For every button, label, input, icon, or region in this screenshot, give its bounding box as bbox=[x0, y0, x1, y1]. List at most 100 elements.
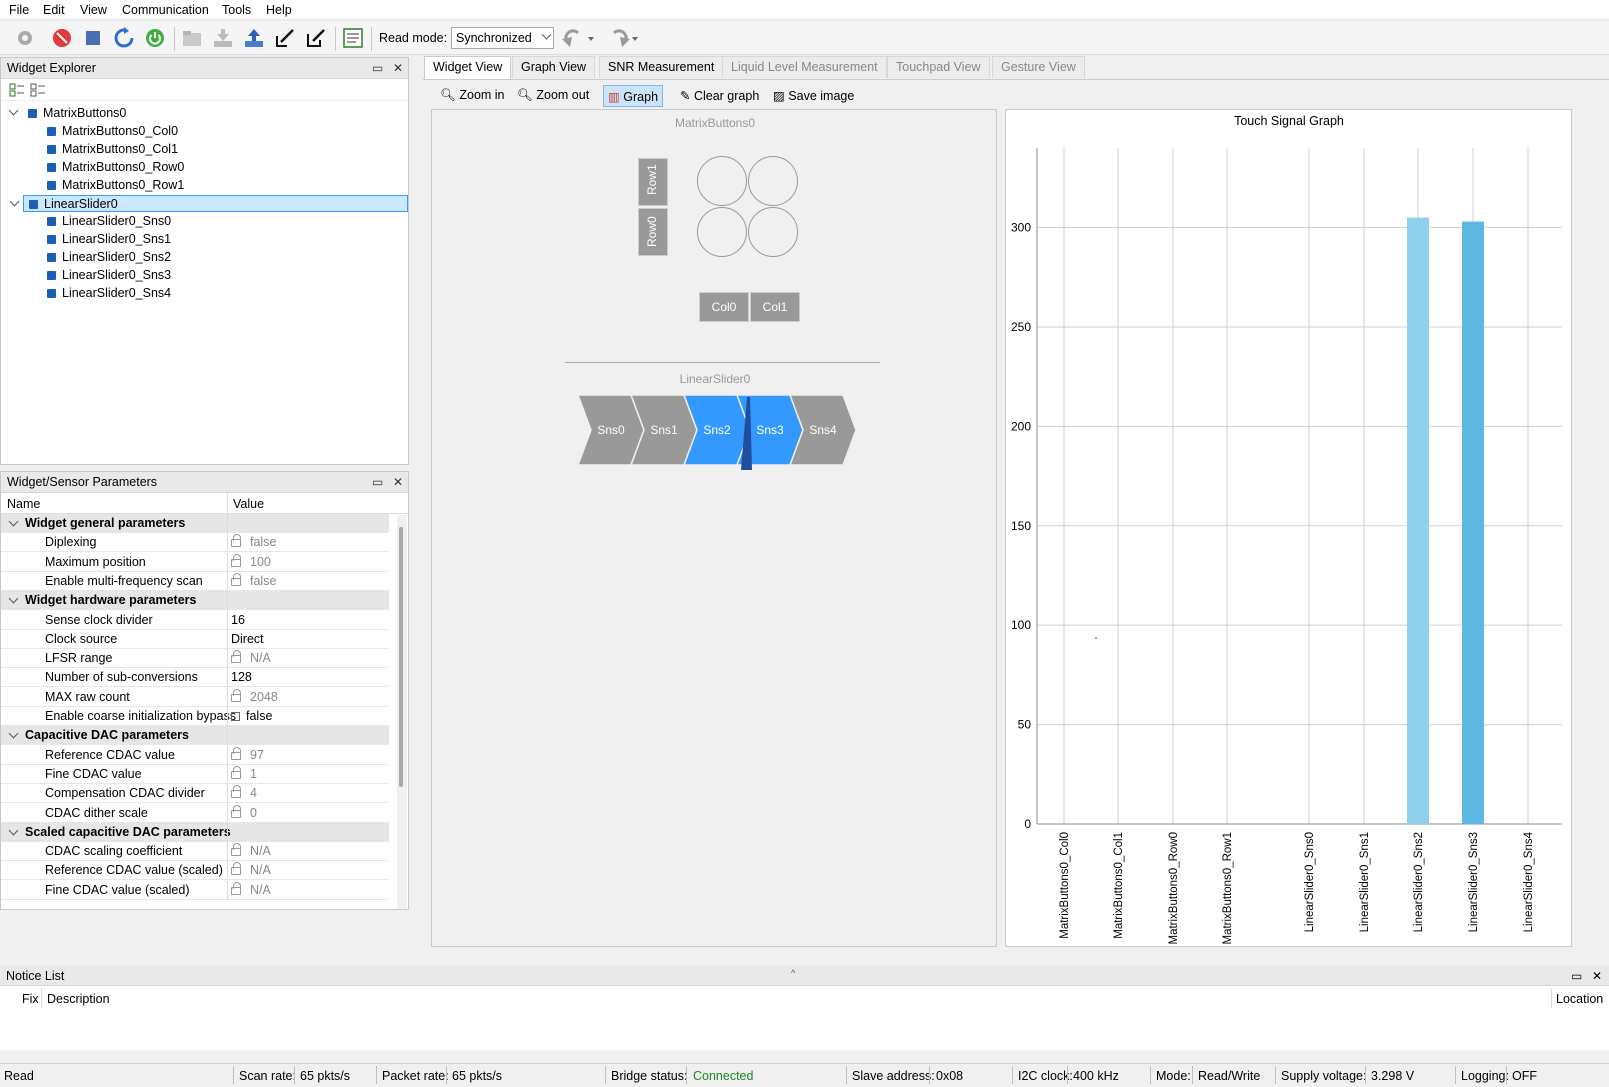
chevron-down-icon[interactable] bbox=[8, 516, 19, 527]
param-row[interactable]: CDAC scaling coefficient N/A bbox=[1, 842, 389, 862]
undo-icon[interactable] bbox=[560, 27, 594, 49]
matrix-row0[interactable]: Row0 bbox=[638, 208, 668, 256]
param-value[interactable]: 128 bbox=[231, 670, 252, 684]
tree-item[interactable]: LinearSlider0_Sns3 bbox=[1, 267, 408, 284]
checkbox-icon[interactable] bbox=[29, 200, 38, 209]
tree-item[interactable]: MatrixButtons0_Col1 bbox=[1, 141, 408, 158]
tree-item[interactable]: LinearSlider0_Sns2 bbox=[1, 249, 408, 266]
chevron-down-icon[interactable] bbox=[8, 593, 19, 604]
matrix-col0[interactable]: Col0 bbox=[699, 292, 749, 322]
param-row[interactable]: Enable coarse initialization bypass false bbox=[1, 707, 389, 726]
param-group[interactable]: Scaled capacitive DAC parameters bbox=[1, 822, 389, 842]
disconnect-icon[interactable] bbox=[51, 27, 73, 49]
param-row[interactable]: Reference CDAC value (scaled) N/A bbox=[1, 861, 389, 881]
checkbox-icon[interactable] bbox=[47, 181, 56, 190]
export-icon[interactable] bbox=[305, 27, 327, 49]
matrix-row1[interactable]: Row1 bbox=[638, 158, 668, 206]
open-folder-icon[interactable] bbox=[181, 27, 203, 49]
param-row[interactable]: Reference CDAC value 97 bbox=[1, 745, 389, 765]
param-value[interactable]: N/A bbox=[231, 881, 271, 897]
uncheck-all-icon[interactable] bbox=[30, 82, 46, 98]
checkbox-icon[interactable] bbox=[47, 217, 56, 226]
chevron-down-icon[interactable] bbox=[8, 728, 19, 739]
read-mode-select[interactable]: Synchronized bbox=[451, 27, 554, 49]
params-scrollbar[interactable] bbox=[397, 515, 407, 909]
checkbox-icon[interactable] bbox=[47, 235, 56, 244]
tab-liquid-level-measurement[interactable]: Liquid Level Measurement bbox=[722, 56, 887, 78]
menu-file[interactable]: File bbox=[9, 3, 29, 17]
tree-item[interactable]: LinearSlider0_Sns4 bbox=[1, 285, 408, 302]
tree-item[interactable]: LinearSlider0 bbox=[9, 195, 408, 212]
float-icon[interactable]: ▭ bbox=[372, 475, 383, 489]
param-value[interactable]: false bbox=[231, 572, 276, 588]
import-icon[interactable] bbox=[274, 27, 296, 49]
checkbox-icon[interactable] bbox=[47, 271, 56, 280]
chevron-down-icon[interactable] bbox=[8, 105, 19, 116]
param-group[interactable]: Capacitive DAC parameters bbox=[1, 726, 389, 746]
download-icon[interactable] bbox=[212, 27, 234, 49]
stop-icon[interactable] bbox=[82, 27, 104, 49]
param-value[interactable]: false bbox=[231, 709, 272, 723]
float-icon[interactable]: ▭ bbox=[372, 61, 383, 75]
power-icon[interactable] bbox=[144, 27, 166, 49]
param-value[interactable]: 4 bbox=[231, 785, 257, 800]
save-image-button[interactable]: ▨ Save image bbox=[769, 85, 858, 107]
clear-graph-button[interactable]: ✎ Clear graph bbox=[676, 85, 763, 107]
param-value[interactable]: 97 bbox=[231, 746, 264, 762]
param-value[interactable]: N/A bbox=[231, 862, 271, 877]
param-value[interactable]: 1 bbox=[231, 765, 257, 781]
param-row[interactable]: LFSR range N/A bbox=[1, 649, 389, 669]
float-icon[interactable]: ▭ bbox=[1571, 969, 1582, 983]
chevron-down-icon[interactable] bbox=[9, 196, 20, 207]
tree-item[interactable]: MatrixButtons0_Row1 bbox=[1, 177, 408, 194]
param-row[interactable]: Diplexing false bbox=[1, 533, 389, 553]
param-value[interactable]: Direct bbox=[231, 632, 264, 646]
graph-toggle-button[interactable]: ▥ Graph bbox=[603, 85, 664, 107]
param-row[interactable]: Sense clock divider 16 bbox=[1, 610, 389, 630]
param-value[interactable]: 0 bbox=[231, 804, 257, 820]
gear-icon[interactable] bbox=[14, 27, 36, 49]
checkbox-icon[interactable] bbox=[28, 109, 37, 118]
checkbox-icon[interactable] bbox=[47, 163, 56, 172]
param-row[interactable]: CDAC dither scale 0 bbox=[1, 803, 389, 823]
zoom-in-button[interactable]: 🔍︎ Zoom in bbox=[436, 85, 509, 107]
param-value[interactable]: 16 bbox=[231, 613, 245, 627]
close-icon[interactable]: ✕ bbox=[393, 475, 403, 489]
param-row[interactable]: Clock source Direct bbox=[1, 629, 389, 649]
param-row[interactable]: MAX raw count 2048 bbox=[1, 687, 389, 707]
tree-item[interactable]: MatrixButtons0_Col0 bbox=[1, 123, 408, 140]
tab-widget-view[interactable]: Widget View bbox=[424, 56, 512, 79]
param-row[interactable]: Number of sub-conversions 128 bbox=[1, 668, 389, 688]
zoom-out-button[interactable]: 🔍︎ Zoom out bbox=[513, 85, 593, 107]
tree-item[interactable]: LinearSlider0_Sns1 bbox=[1, 231, 408, 248]
linear-slider[interactable]: Sns0 Sns1 Sns2 Sns3 Sns4 bbox=[578, 395, 868, 475]
menu-view[interactable]: View bbox=[80, 3, 107, 17]
param-value[interactable]: 100 bbox=[231, 553, 271, 569]
chevron-up-icon[interactable]: ^ bbox=[791, 968, 795, 978]
param-value[interactable]: false bbox=[231, 534, 276, 549]
tab-graph-view[interactable]: Graph View bbox=[512, 56, 596, 78]
close-icon[interactable]: ✕ bbox=[393, 61, 403, 75]
param-value[interactable]: 2048 bbox=[231, 688, 278, 704]
tab-touchpad-view[interactable]: Touchpad View bbox=[887, 56, 990, 78]
checkbox-icon[interactable] bbox=[47, 253, 56, 262]
checkbox-icon[interactable] bbox=[47, 127, 56, 136]
param-row[interactable]: Compensation CDAC divider 4 bbox=[1, 784, 389, 804]
param-group[interactable]: Widget hardware parameters bbox=[1, 591, 389, 611]
chevron-down-icon[interactable] bbox=[8, 825, 19, 836]
menu-communication[interactable]: Communication bbox=[122, 3, 209, 17]
tab-gesture-view[interactable]: Gesture View bbox=[992, 56, 1085, 78]
close-icon[interactable]: ✕ bbox=[1592, 969, 1602, 983]
check-all-icon[interactable] bbox=[9, 82, 25, 98]
param-value[interactable]: N/A bbox=[231, 843, 271, 858]
tree-item[interactable]: MatrixButtons0_Row0 bbox=[1, 159, 408, 176]
param-row[interactable]: Enable multi-frequency scan false bbox=[1, 571, 389, 591]
menu-help[interactable]: Help bbox=[266, 3, 292, 17]
menu-edit[interactable]: Edit bbox=[43, 3, 65, 17]
upload-icon[interactable] bbox=[243, 27, 265, 49]
refresh-icon[interactable] bbox=[113, 27, 135, 49]
param-row[interactable]: Fine CDAC value 1 bbox=[1, 764, 389, 784]
matrix-button-grid[interactable] bbox=[694, 155, 804, 260]
menu-tools[interactable]: Tools bbox=[222, 3, 251, 17]
param-group[interactable]: Widget general parameters bbox=[1, 514, 389, 533]
